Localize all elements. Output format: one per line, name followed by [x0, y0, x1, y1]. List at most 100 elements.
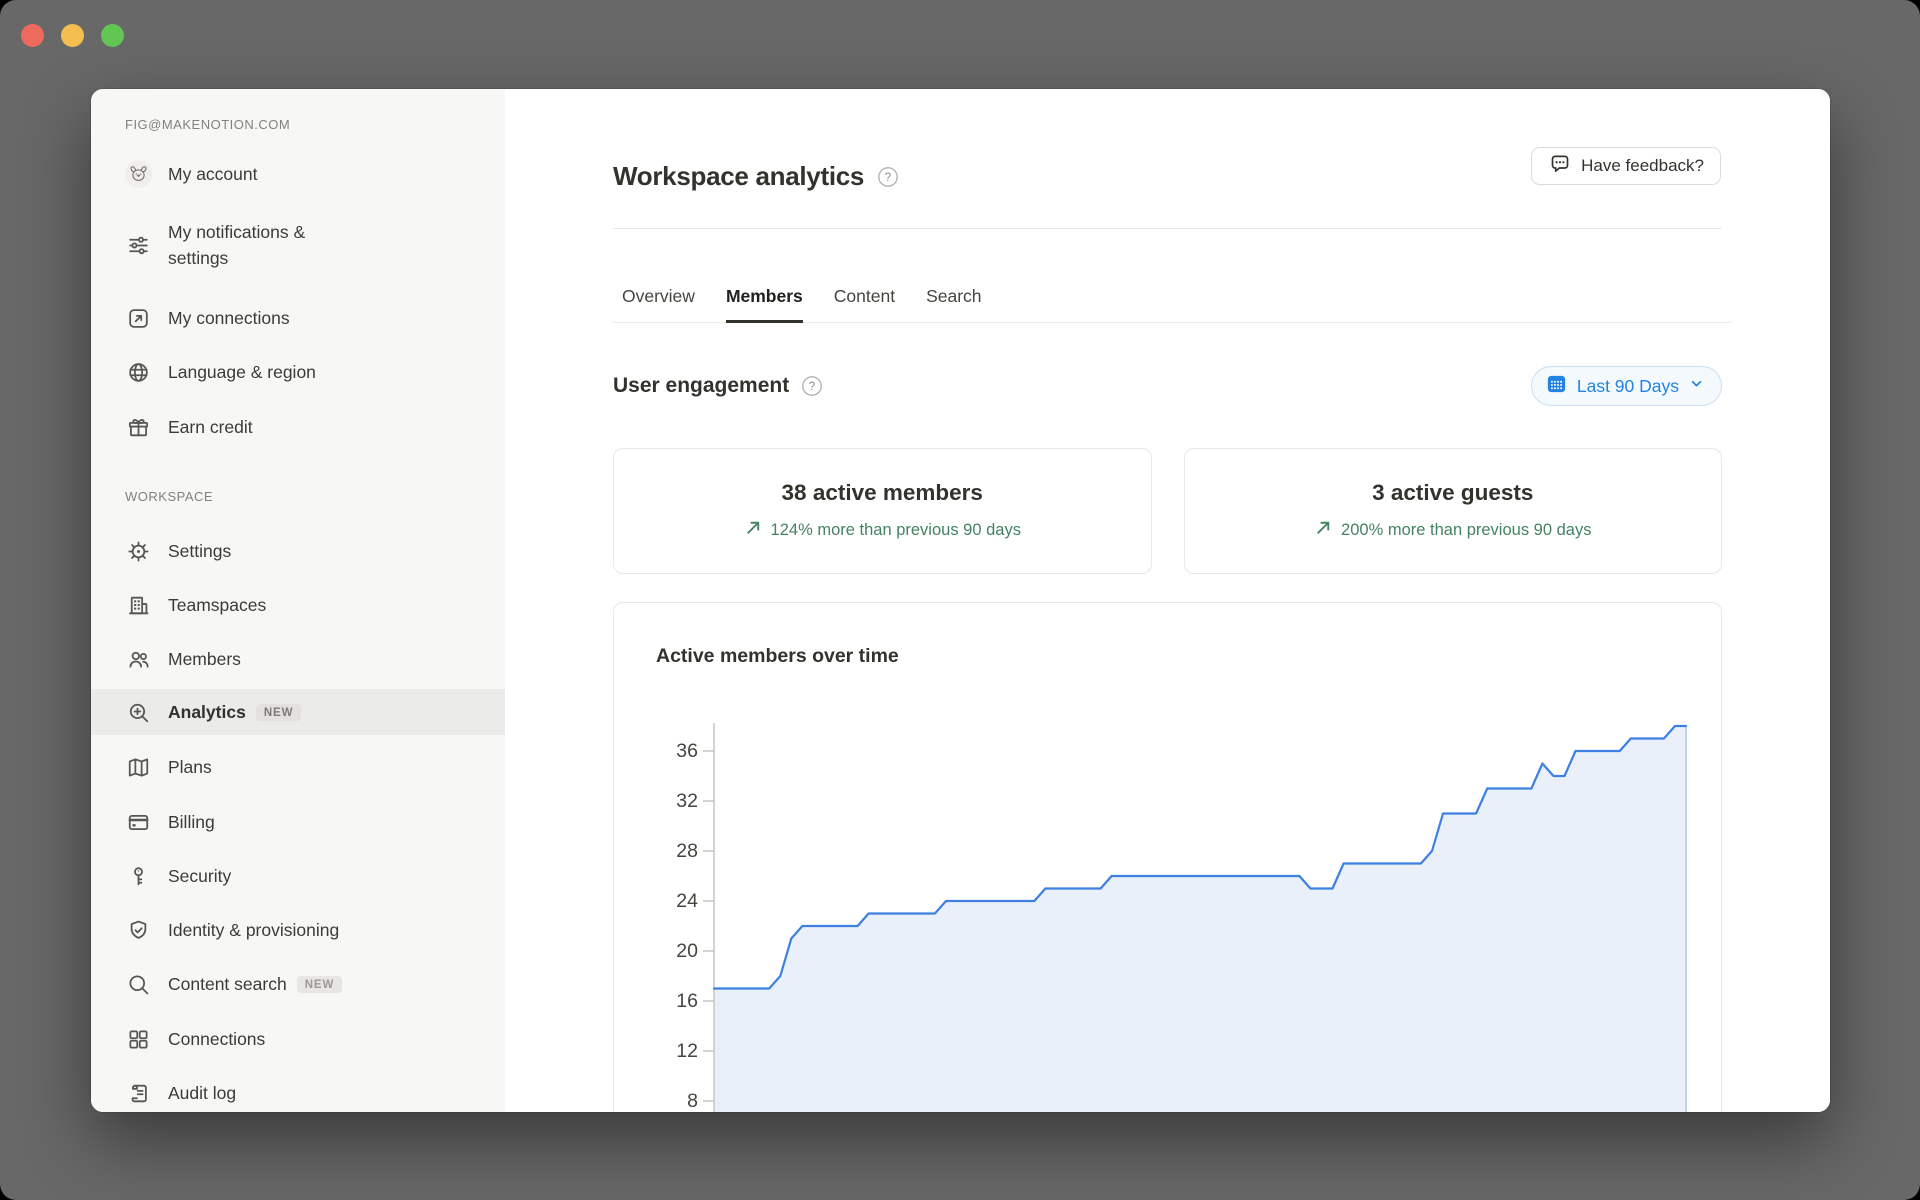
gift-icon [125, 414, 152, 441]
sidebar-item-label: My connections [168, 307, 290, 328]
sidebar-item-settings[interactable]: Settings [91, 528, 505, 574]
sidebar-item-label: My notifications & settings [168, 221, 306, 268]
sidebar-item-label: Settings [168, 540, 232, 561]
y-tick-label: 20 [676, 940, 698, 962]
sidebar-item-label: Members [168, 648, 241, 669]
sidebar-item-label: Audit log [168, 1082, 237, 1103]
active-members-chart-card: Active members over time 36 32 28 24 20 16 12 8 [613, 602, 1722, 1112]
sidebar-item-content-search[interactable]: Content search NEW [91, 961, 505, 1007]
stat-delta: 200% more than previous 90 days [1314, 518, 1591, 542]
y-tick-label: 24 [676, 890, 698, 912]
scroll-icon [125, 1080, 152, 1107]
tab-search[interactable]: Search [926, 286, 981, 322]
sidebar-item-members[interactable]: Members [91, 636, 505, 682]
stats-row: 38 active members 124% more than previous… [613, 448, 1722, 574]
sidebar-item-identity-provisioning[interactable]: Identity & provisioning [91, 907, 505, 953]
gear-icon [125, 538, 152, 565]
sidebar-item-audit-log[interactable]: Audit log [91, 1070, 505, 1112]
header-divider [613, 228, 1722, 229]
zoom-button[interactable] [101, 24, 124, 47]
sidebar-item-security[interactable]: Security [91, 853, 505, 899]
sidebar-item-label: Teamspaces [168, 594, 267, 615]
stat-delta-label: 124% more than previous 90 days [770, 520, 1021, 539]
shield-check-icon [125, 917, 152, 944]
y-tick-label: 28 [676, 840, 698, 862]
y-tick-label: 12 [676, 1040, 698, 1062]
sidebar-item-label: Connections [168, 1028, 266, 1049]
sidebar-item-analytics[interactable]: Analytics NEW [91, 689, 505, 735]
building-icon [125, 592, 152, 619]
close-button[interactable] [21, 24, 44, 47]
svg-text:?: ? [809, 381, 815, 393]
sidebar-item-plans[interactable]: Plans [91, 744, 505, 790]
settings-sidebar: FIG@MAKENOTION.COM My account My notifica… [91, 89, 505, 1112]
chat-bubble-icon [1548, 152, 1572, 181]
sidebar-item-label: Earn credit [168, 416, 253, 437]
tab-overview[interactable]: Overview [622, 286, 695, 322]
y-tick-label: 36 [676, 740, 698, 762]
stat-delta-label: 200% more than previous 90 days [1341, 520, 1592, 539]
sidebar-item-language-region[interactable]: Language & region [91, 349, 505, 395]
screen-backdrop: FIG@MAKENOTION.COM My account My notifica… [0, 0, 1920, 1200]
magnifier-plus-icon [125, 699, 152, 726]
grid-icon [125, 1026, 152, 1053]
y-tick-label: 32 [676, 790, 698, 812]
sidebar-item-my-account[interactable]: My account [91, 151, 505, 197]
workspace-section-header: WORKSPACE [125, 489, 214, 504]
sidebar-item-connections[interactable]: Connections [91, 1016, 505, 1062]
tab-label: Members [725, 286, 803, 306]
stat-value: 38 active members [781, 480, 983, 505]
magnifier-icon [125, 971, 152, 998]
y-tick-label: 16 [676, 990, 698, 1012]
svg-text:?: ? [885, 172, 891, 184]
map-icon [125, 754, 152, 781]
stat-card: 3 active guests 200% more than previous 9… [1183, 448, 1722, 574]
avatar [125, 160, 152, 188]
help-icon[interactable]: ? [877, 166, 899, 188]
stat-value: 3 active guests [1372, 480, 1534, 505]
sidebar-item-teamspaces[interactable]: Teamspaces [91, 582, 505, 628]
user-engagement-row: User engagement ? Last 90 Days [613, 366, 1722, 406]
sidebar-item-my-notifications-settings[interactable]: My notifications & settings [91, 211, 505, 279]
account-email-header: FIG@MAKENOTION.COM [125, 117, 291, 132]
analytics-tabs: Overview Members Content Search [613, 286, 1731, 323]
date-range-dropdown[interactable]: Last 90 Days [1530, 366, 1722, 406]
page-title: Workspace analytics [613, 161, 865, 191]
trend-up-icon [744, 518, 763, 542]
settings-window: FIG@MAKENOTION.COM My account My notifica… [91, 89, 1830, 1112]
new-badge: NEW [296, 975, 343, 993]
have-feedback-button[interactable]: Have feedback? [1531, 147, 1721, 185]
tab-members[interactable]: Members [725, 286, 803, 323]
sidebar-item-label: Analytics [168, 701, 246, 722]
tab-label: Overview [622, 286, 695, 306]
help-icon[interactable]: ? [801, 375, 823, 397]
globe-icon [125, 359, 152, 386]
sidebar-item-label: Security [168, 865, 232, 886]
trend-up-icon [1314, 518, 1333, 542]
people-icon [125, 646, 152, 673]
sliders-icon [125, 232, 152, 259]
settings-main-panel: Workspace analytics ? Have feedback? Ove… [505, 89, 1830, 1112]
stat-delta: 124% more than previous 90 days [744, 518, 1021, 542]
sidebar-item-earn-credit[interactable]: Earn credit [91, 404, 505, 450]
have-feedback-label: Have feedback? [1581, 156, 1704, 175]
minimize-button[interactable] [61, 24, 84, 47]
sidebar-item-label: Identity & provisioning [168, 919, 340, 940]
sidebar-item-billing[interactable]: Billing [91, 799, 505, 845]
date-range-label: Last 90 Days [1576, 375, 1679, 396]
calendar-icon [1545, 372, 1568, 400]
sidebar-item-my-connections[interactable]: My connections [91, 295, 505, 341]
active-members-area-chart: 36 32 28 24 20 16 12 8 [676, 723, 1688, 1112]
tab-label: Content [833, 286, 896, 306]
credit-card-icon [125, 809, 152, 836]
chevron-down-icon [1688, 375, 1705, 397]
chart-title: Active members over time [656, 645, 899, 667]
sidebar-item-label: Content search [168, 973, 287, 994]
tab-content[interactable]: Content [834, 286, 895, 322]
new-badge: NEW [255, 703, 302, 721]
sidebar-item-label: Billing [168, 811, 215, 832]
section-title: User engagement [613, 374, 790, 397]
sidebar-item-label: My account [168, 163, 258, 184]
window-controls [21, 24, 124, 47]
y-tick-label: 8 [687, 1090, 698, 1112]
